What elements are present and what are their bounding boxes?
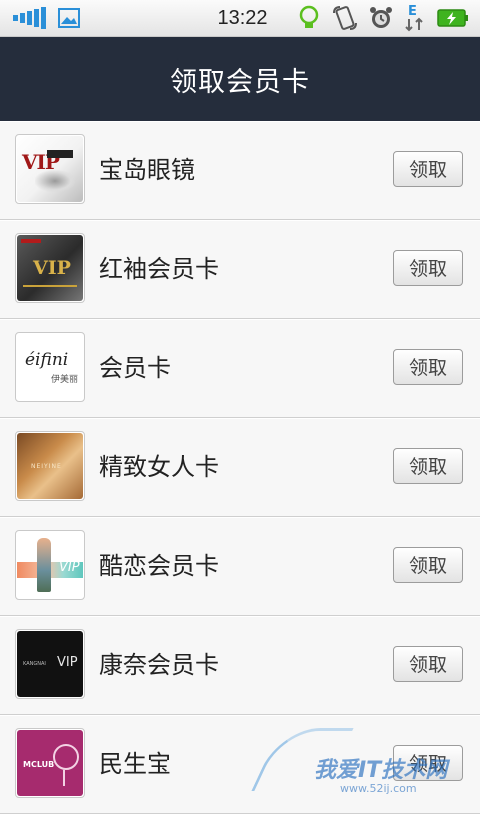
title-bar: 领取会员卡: [0, 37, 480, 121]
claim-button[interactable]: 领取: [393, 646, 463, 682]
claim-button[interactable]: 领取: [393, 547, 463, 583]
card-name: 民生宝: [99, 750, 171, 778]
claim-button[interactable]: 领取: [393, 745, 463, 781]
e-data-icon: E: [402, 0, 428, 36]
card-list: VIP 宝岛眼镜 领取 VIP 红袖会员卡 领取 éifini 伊美丽 会员卡 领…: [0, 121, 480, 814]
rotate-icon: [330, 0, 360, 36]
list-item[interactable]: VIP 宝岛眼镜 领取: [0, 121, 480, 220]
kangnai-label: KANGNAI: [23, 661, 46, 667]
status-bar: 13:22 E: [0, 0, 480, 37]
list-item[interactable]: NEIYINE 精致女人卡 领取: [0, 418, 480, 517]
card-name: 会员卡: [99, 354, 171, 382]
alarm-icon: [366, 0, 396, 36]
card-name: 酷恋会员卡: [99, 552, 219, 580]
vip-dark-card-thumbnail: VIP: [15, 233, 85, 303]
list-item[interactable]: VIP 酷恋会员卡 领取: [0, 517, 480, 616]
vip-white-card-thumbnail: VIP: [15, 134, 85, 204]
coolove-card-thumbnail: VIP: [15, 530, 85, 600]
card-name: 康奈会员卡: [99, 651, 219, 679]
signal-icon: [12, 0, 48, 36]
eifini-logo: éifini: [25, 350, 69, 370]
list-item[interactable]: éifini 伊美丽 会员卡 领取: [0, 319, 480, 418]
list-item[interactable]: VIP 红袖会员卡 领取: [0, 220, 480, 319]
eifini-sub: 伊美丽: [51, 375, 79, 385]
claim-button[interactable]: 领取: [393, 448, 463, 484]
eifini-card-thumbnail: éifini 伊美丽: [15, 332, 85, 402]
status-time: 13:22: [217, 6, 268, 29]
svg-text:E: E: [408, 4, 417, 19]
mclub-label: MCLUB: [23, 760, 55, 769]
vip-label: VIP: [33, 257, 71, 279]
mclub-card-thumbnail: MCLUB: [15, 728, 85, 798]
vip-label: VIP: [57, 655, 78, 670]
claim-button[interactable]: 领取: [393, 151, 463, 187]
gold-card-label: NEIYINE: [31, 463, 62, 470]
card-name: 宝岛眼镜: [99, 156, 195, 184]
gallery-icon: [56, 0, 82, 36]
bulb-icon: [296, 0, 322, 36]
claim-button[interactable]: 领取: [393, 349, 463, 385]
battery-charging-icon: [436, 0, 470, 36]
card-name: 红袖会员卡: [99, 255, 219, 283]
kangnai-card-thumbnail: KANGNAI VIP: [15, 629, 85, 699]
page-title: 领取会员卡: [170, 66, 310, 98]
vip-label: VIP: [59, 560, 80, 575]
gold-card-thumbnail: NEIYINE: [15, 431, 85, 501]
list-item[interactable]: MCLUB 民生宝 领取: [0, 715, 480, 814]
list-item[interactable]: KANGNAI VIP 康奈会员卡 领取: [0, 616, 480, 715]
claim-button[interactable]: 领取: [393, 250, 463, 286]
card-name: 精致女人卡: [99, 453, 219, 481]
